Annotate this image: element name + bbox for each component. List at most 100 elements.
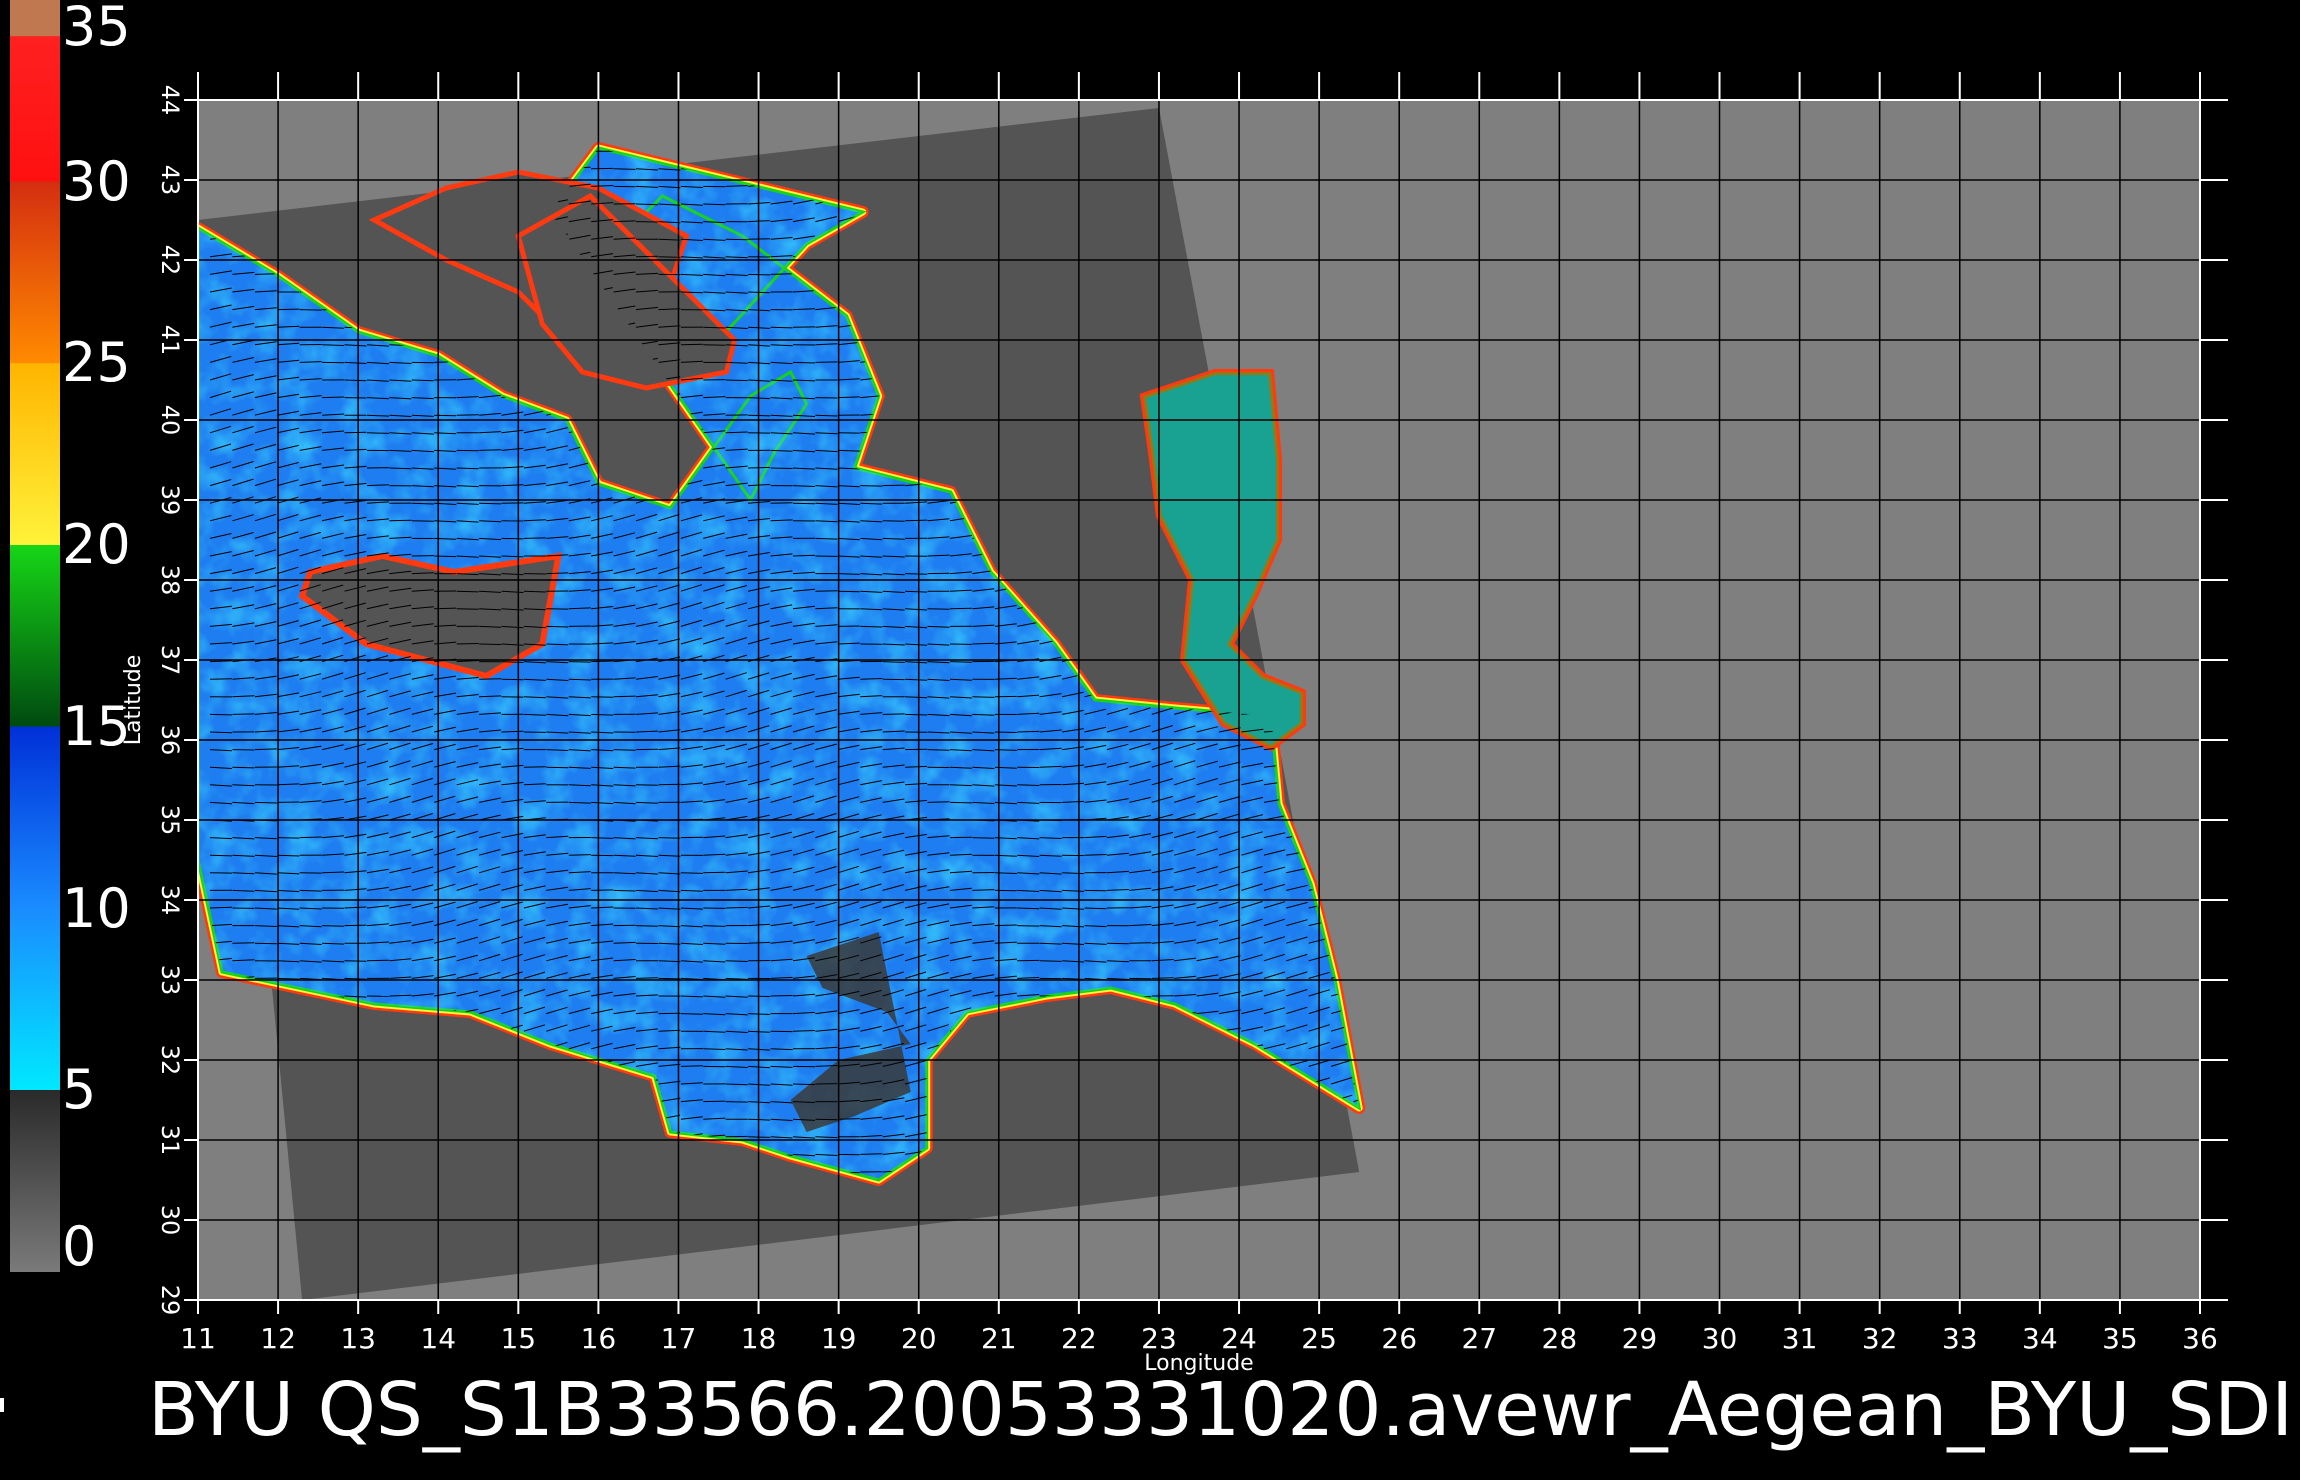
latitude-tick-label: 41	[156, 325, 184, 356]
wind-vector	[680, 872, 703, 874]
latitude-tick-label: 35	[156, 805, 184, 836]
wind-vector	[680, 291, 703, 294]
wind-vector	[792, 1083, 816, 1086]
wind-vector	[613, 695, 636, 698]
wind-vector	[613, 749, 636, 751]
latitude-tick-label: 39	[156, 485, 184, 516]
wind-vector	[680, 343, 703, 346]
wind-vector	[456, 643, 479, 645]
wind-vector	[479, 643, 502, 645]
wind-vector	[703, 1048, 726, 1050]
wind-vector	[635, 784, 659, 786]
longitude-tick-label: 35	[2102, 1322, 2138, 1355]
wind-vector	[703, 1100, 726, 1103]
wind-vector	[366, 959, 390, 962]
wind-vector	[232, 942, 255, 944]
longitude-tick-label: 31	[1782, 1322, 1818, 1355]
wind-vector	[389, 519, 412, 522]
colorbar-label: 5	[62, 1058, 97, 1122]
wind-vector	[703, 344, 726, 346]
wind-vector	[770, 326, 793, 329]
wind-vector	[299, 309, 322, 311]
wind-vector	[837, 1118, 860, 1120]
wind-vector	[972, 837, 995, 839]
wind-vector	[254, 942, 277, 945]
longitude-tick-label: 11	[180, 1322, 216, 1355]
wind-vector	[322, 344, 345, 346]
wind-vector	[479, 449, 502, 451]
longitude-tick-label: 13	[340, 1322, 376, 1355]
longitude-tick-label: 15	[500, 1322, 536, 1355]
colorbar-label: 15	[62, 694, 131, 758]
wind-vector	[1084, 907, 1107, 910]
wind-vector	[860, 485, 883, 487]
longitude-tick-label: 12	[260, 1322, 296, 1355]
wind-vector	[837, 396, 860, 399]
wind-vector	[254, 748, 277, 751]
wind-vector	[837, 590, 860, 593]
wind-vector	[344, 924, 367, 927]
longitude-tick-label: 19	[821, 1322, 857, 1355]
longitude-tick-label: 17	[661, 1322, 697, 1355]
wind-vector	[613, 220, 636, 223]
wind-vector	[905, 519, 928, 522]
longitude-tick-label: 34	[2022, 1322, 2058, 1355]
longitude-tick-label: 27	[1461, 1322, 1497, 1355]
wind-vector	[815, 537, 838, 540]
edge-mark	[0, 1398, 4, 1412]
wind-vector	[277, 308, 300, 311]
wind-vector	[209, 906, 233, 909]
wind-vector	[815, 361, 838, 363]
wind-vector	[232, 713, 255, 715]
wind-vector	[322, 396, 345, 399]
wind-vector	[882, 484, 905, 487]
wind-vector	[1017, 925, 1040, 927]
wind-vector	[546, 625, 569, 628]
wind-vector	[568, 854, 591, 856]
wind-vector	[568, 801, 591, 804]
wind-vector	[860, 678, 883, 680]
wind-vector	[725, 379, 748, 382]
latitude-tick-label: 40	[156, 405, 184, 436]
longitude-tick-label: 20	[901, 1322, 937, 1355]
wind-vector	[837, 449, 860, 452]
latitude-tick-label: 44	[156, 85, 184, 116]
colorbar	[10, 0, 60, 1272]
wind-vector	[860, 1153, 883, 1155]
wind-vector	[972, 696, 995, 698]
wind-vector	[1017, 784, 1040, 786]
colorbar-label: 25	[62, 331, 131, 395]
wind-vector	[927, 801, 950, 803]
wind-vector	[613, 168, 636, 170]
colorbar-label: 0	[62, 1215, 97, 1278]
wind-vector	[1084, 854, 1107, 856]
wind-vector	[1129, 942, 1152, 944]
wind-vector	[523, 766, 546, 768]
wind-vector	[568, 661, 591, 663]
longitude-tick-label: 25	[1301, 1322, 1337, 1355]
wind-vector	[815, 590, 838, 592]
wind-vector	[501, 730, 524, 733]
wind-vector	[591, 889, 614, 891]
wind-vector	[860, 625, 883, 628]
colorbar-label: 30	[62, 149, 131, 213]
wind-vector	[254, 273, 277, 275]
longitude-tick-label: 26	[1381, 1322, 1417, 1355]
wind-vector	[949, 801, 972, 804]
latitude-tick-label: 33	[156, 965, 184, 996]
wind-vector	[389, 467, 412, 470]
wind-vector	[591, 660, 614, 663]
latitude-tick-label: 37	[156, 645, 184, 676]
colorbar-label: 35	[62, 0, 131, 58]
wind-vector	[232, 766, 255, 769]
longitude-tick-label: 21	[981, 1322, 1017, 1355]
wind-vector	[209, 854, 233, 857]
wind-vector	[591, 713, 614, 716]
wind-vector	[501, 537, 524, 540]
wind-vector	[546, 766, 569, 769]
wind-vector	[927, 749, 950, 751]
latitude-tick-label: 38	[156, 565, 184, 596]
latitude-tick-label: 30	[156, 1205, 184, 1236]
longitude-tick-label: 28	[1542, 1322, 1578, 1355]
wind-vector	[905, 573, 928, 575]
